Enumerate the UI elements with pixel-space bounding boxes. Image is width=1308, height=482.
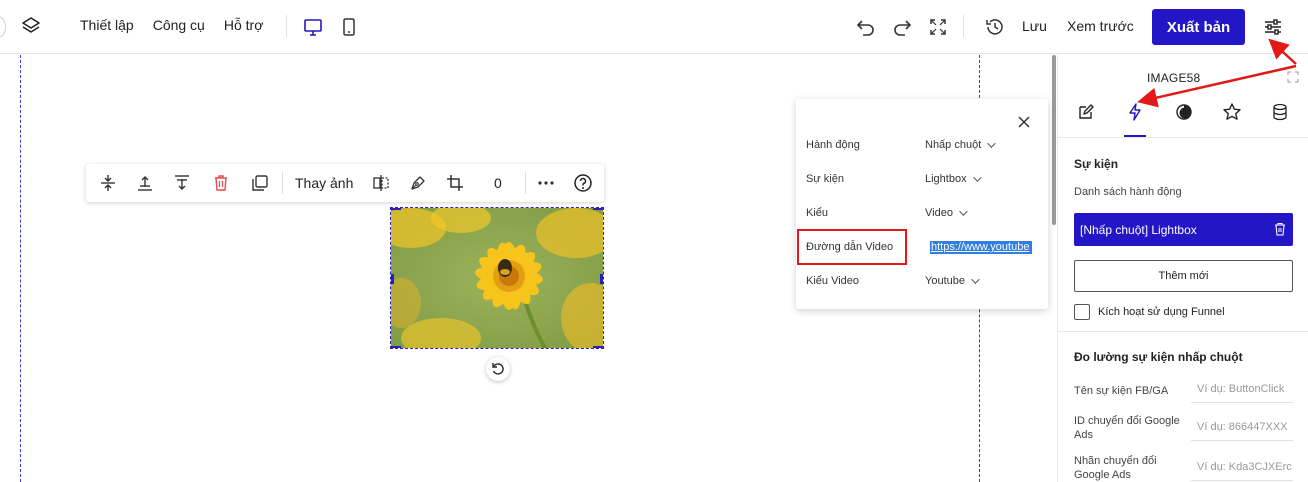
menu-tools[interactable]: Công cụ [153, 17, 205, 33]
video-type-label: Kiểu Video [806, 275, 860, 287]
save-button[interactable]: Lưu [1022, 18, 1047, 34]
action-select-value: Nhấp chuột [925, 139, 982, 151]
rotate-icon[interactable] [486, 357, 510, 381]
fb-ga-event-input[interactable]: Ví dụ: ButtonClick [1191, 375, 1293, 403]
event-label: Sự kiện [806, 173, 844, 185]
tracking-section-title: Đo lường sự kiện nhấp chuột [1074, 350, 1243, 364]
left-guide-line [20, 55, 21, 482]
divider [963, 15, 964, 37]
divider [525, 172, 526, 194]
desktop-icon[interactable] [302, 16, 324, 38]
publish-button[interactable]: Xuất bản [1152, 9, 1245, 45]
expand-icon[interactable] [1287, 71, 1299, 83]
fb-ga-event-label: Tên sự kiện FB/GA [1074, 385, 1169, 397]
replace-image-button[interactable]: Thay ảnh [295, 175, 353, 191]
delete-icon[interactable] [211, 173, 231, 193]
action-select[interactable]: Nhấp chuột [925, 139, 996, 151]
video-url-input[interactable]: https://www.youtube [930, 241, 1032, 254]
flip-icon[interactable] [371, 173, 391, 193]
redo-icon[interactable] [891, 16, 913, 38]
element-title: IMAGE58 [1147, 71, 1201, 85]
chevron-down-icon [987, 139, 996, 148]
duplicate-icon[interactable] [250, 173, 270, 193]
google-ads-id-label: ID chuyển đổi Google Ads [1074, 415, 1180, 441]
sliders-icon[interactable] [1262, 16, 1284, 38]
align-top-icon[interactable] [135, 173, 155, 193]
type-label: Kiểu [806, 207, 829, 219]
menu-settings[interactable]: Thiết lập [80, 17, 134, 33]
resize-handle[interactable] [391, 346, 401, 348]
divider [1058, 331, 1308, 332]
menu-help[interactable]: Hỗ trợ [224, 17, 264, 33]
pen-icon[interactable] [408, 173, 428, 193]
funnel-checkbox[interactable] [1074, 304, 1090, 320]
fullscreen-icon[interactable] [927, 16, 949, 38]
action-list-label: Danh sách hành động [1074, 186, 1182, 198]
preview-button[interactable]: Xem trước [1067, 18, 1134, 34]
event-select-value: Lightbox [925, 173, 967, 185]
selected-image[interactable] [390, 207, 604, 349]
resize-handle[interactable] [391, 274, 394, 284]
type-select[interactable]: Video [925, 207, 968, 219]
event-select[interactable]: Lightbox [925, 173, 982, 185]
crop-icon[interactable] [445, 173, 465, 193]
resize-handle[interactable] [593, 346, 603, 348]
divider [282, 172, 283, 194]
google-ads-label-label: Nhãn chuyển đổi Google Ads [1074, 455, 1157, 481]
resize-handle[interactable] [391, 208, 401, 210]
align-vertical-center-icon[interactable] [98, 173, 118, 193]
video-url-label: Đường dẫn Video [806, 241, 894, 253]
logo[interactable] [0, 16, 6, 38]
chevron-down-icon [959, 207, 968, 216]
google-ads-label-input[interactable]: Ví dụ: Kda3CJXErc [1191, 453, 1293, 481]
close-icon[interactable] [1016, 114, 1032, 130]
layers-icon[interactable] [20, 15, 42, 37]
undo-icon[interactable] [855, 16, 877, 38]
video-type-select-value: Youtube [925, 275, 965, 287]
chevron-down-icon [972, 173, 982, 182]
edit-icon[interactable] [1076, 102, 1096, 122]
star-icon[interactable] [1222, 102, 1242, 122]
element-toolbar: Thay ảnh 0 [86, 164, 604, 202]
main-menu: Thiết lập Công cụ Hỗ trợ [80, 17, 263, 33]
resize-handle[interactable] [593, 208, 603, 210]
flower-image [391, 208, 603, 348]
add-action-button[interactable]: Thêm mới [1074, 260, 1293, 292]
align-bottom-icon[interactable] [172, 173, 192, 193]
action-label: Hành động [806, 139, 860, 151]
help-icon[interactable] [573, 173, 593, 193]
properties-panel: IMAGE58 Sự kiện Danh sách hành động [Nhấ… [1057, 55, 1308, 482]
top-bar: Thiết lập Công cụ Hỗ trợ Lưu Xem trước X… [0, 0, 1308, 54]
google-ads-id-input[interactable]: Ví dụ: 866447XXX [1191, 413, 1293, 441]
action-item-label: [Nhấp chuột] Lightbox [1080, 222, 1197, 237]
lightning-icon[interactable] [1125, 102, 1145, 122]
trash-icon[interactable] [1273, 222, 1287, 236]
resize-handle[interactable] [600, 274, 603, 284]
more-icon[interactable] [536, 173, 556, 193]
type-select-value: Video [925, 207, 953, 219]
funnel-checkbox-label: Kích hoạt sử dụng Funnel [1098, 306, 1225, 318]
rotation-value[interactable]: 0 [494, 175, 502, 191]
history-icon[interactable] [984, 16, 1006, 38]
mobile-icon[interactable] [338, 16, 360, 38]
chevron-down-icon [971, 275, 980, 284]
divider [1058, 137, 1308, 138]
video-type-select[interactable]: Youtube [925, 275, 980, 287]
database-icon[interactable] [1270, 102, 1290, 122]
contrast-icon[interactable] [1174, 102, 1194, 122]
divider [286, 15, 287, 37]
canvas-scrollbar[interactable] [1052, 55, 1056, 225]
action-list-item[interactable]: [Nhấp chuột] Lightbox [1074, 213, 1293, 246]
action-settings-popup: Hành động Nhấp chuột Sự kiện Lightbox Ki… [796, 99, 1048, 309]
event-section-title: Sự kiện [1074, 157, 1119, 171]
